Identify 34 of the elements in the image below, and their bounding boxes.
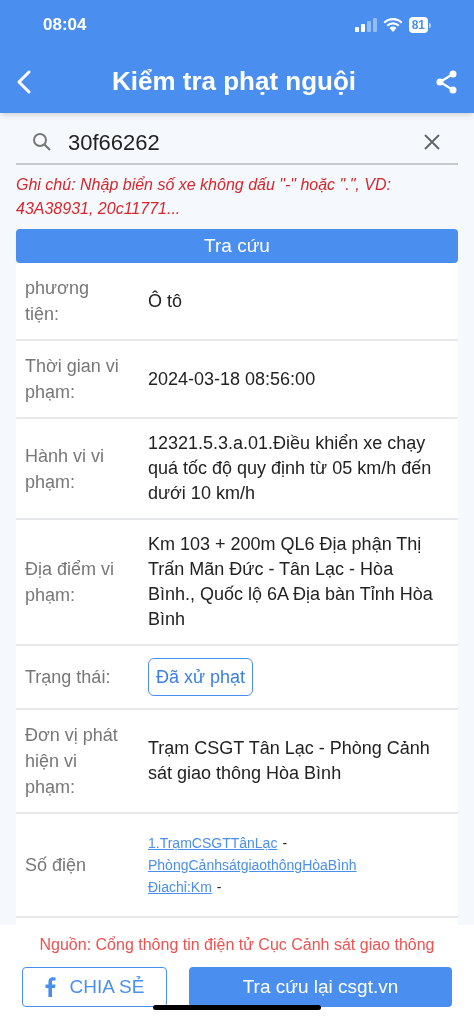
share-icon[interactable] xyxy=(436,69,458,94)
signal-icon xyxy=(354,18,377,32)
page-title: Kiểm tra phạt nguội xyxy=(110,65,358,98)
battery-icon: 81 xyxy=(408,17,431,33)
field-label: Địa điểm vi phạm: xyxy=(24,558,116,607)
field-label: phương tiện: xyxy=(24,277,90,326)
wifi-icon xyxy=(382,18,403,32)
link[interactable]: 1.TrạmCSGTTânLạc xyxy=(148,832,278,854)
status-badge: Đã xử phạt xyxy=(148,658,254,696)
field-label: Đơn vị phát hiện vi phạm: xyxy=(24,724,119,799)
link[interactable]: PhòngCảnhsátgiaothôngHòaBình xyxy=(148,854,357,876)
clear-icon[interactable] xyxy=(424,134,440,150)
note-text: Ghi chú: Nhập biển số xe không dấu "-" hoặc ".", VD: 43A38931, 20c11771... xyxy=(16,175,392,219)
field-value: Ô tô xyxy=(148,290,182,311)
link[interactable]: Điachỉ:Km xyxy=(148,876,212,898)
facebook-icon xyxy=(44,977,56,997)
recheck-button[interactable]: Tra cứu lại csgt.vn xyxy=(189,967,452,1007)
search-button[interactable]: Tra cứu xyxy=(16,229,458,263)
status-time: 08:04 xyxy=(43,14,87,37)
share-button[interactable]: CHIA SẺ xyxy=(22,967,167,1007)
field-label: Số điện xyxy=(24,854,88,877)
search-field[interactable]: 30f66262 xyxy=(68,125,424,159)
field-value: Km 103 + 200m QL6 Địa phận Thị Trấn Mãn Đức - Tân Lạc - Hòa Bình., Quốc lộ 6A Địa bàn Tỉnh Hòa Bình xyxy=(148,534,433,629)
separator-text: - xyxy=(282,834,288,853)
field-label: Thời gian vi phạm: xyxy=(24,355,120,404)
field-label: Hành vi vi phạm: xyxy=(24,444,106,494)
field-label: Trạng thái: xyxy=(24,666,112,689)
back-icon[interactable] xyxy=(16,69,32,94)
search-icon xyxy=(32,132,52,152)
field-value: Trạm CSGT Tân Lạc - Phòng Cảnh sát giao thông Hòa Bình xyxy=(148,738,430,783)
source-text: Nguồn: Cổng thông tin điện tử Cục Cảnh sát giao thông xyxy=(38,935,436,955)
field-value: 12321.5.3.a.01.Điều khiển xe chạy quá tốc độ quy định từ 05 km/h đến dưới 10 km/h xyxy=(148,433,432,503)
field-value: 2024-03-18 08:56:00 xyxy=(148,368,316,389)
separator-text: - xyxy=(216,878,222,897)
